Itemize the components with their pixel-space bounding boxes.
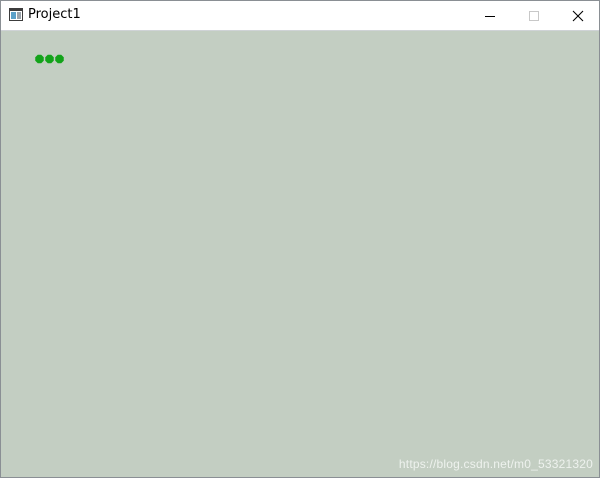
snake <box>35 54 64 64</box>
maximize-icon <box>529 10 539 21</box>
minimize-icon <box>485 15 495 17</box>
maximize-button[interactable] <box>511 1 557 30</box>
title-bar[interactable]: Project1 <box>1 1 599 31</box>
close-button[interactable] <box>555 1 599 30</box>
window-app-icon <box>9 8 23 21</box>
watermark-text: https://blog.csdn.net/m0_53321320 <box>398 457 593 471</box>
game-canvas[interactable]: https://blog.csdn.net/m0_53321320 <box>1 31 599 477</box>
snake-segment <box>45 54 54 64</box>
snake-segment <box>35 54 44 64</box>
app-window: Project1 https://blog.csdn.net/m0_533213… <box>0 0 600 478</box>
close-icon <box>572 10 584 21</box>
window-title: Project1 <box>28 7 81 22</box>
minimize-button[interactable] <box>467 1 513 30</box>
snake-segment <box>55 54 64 64</box>
